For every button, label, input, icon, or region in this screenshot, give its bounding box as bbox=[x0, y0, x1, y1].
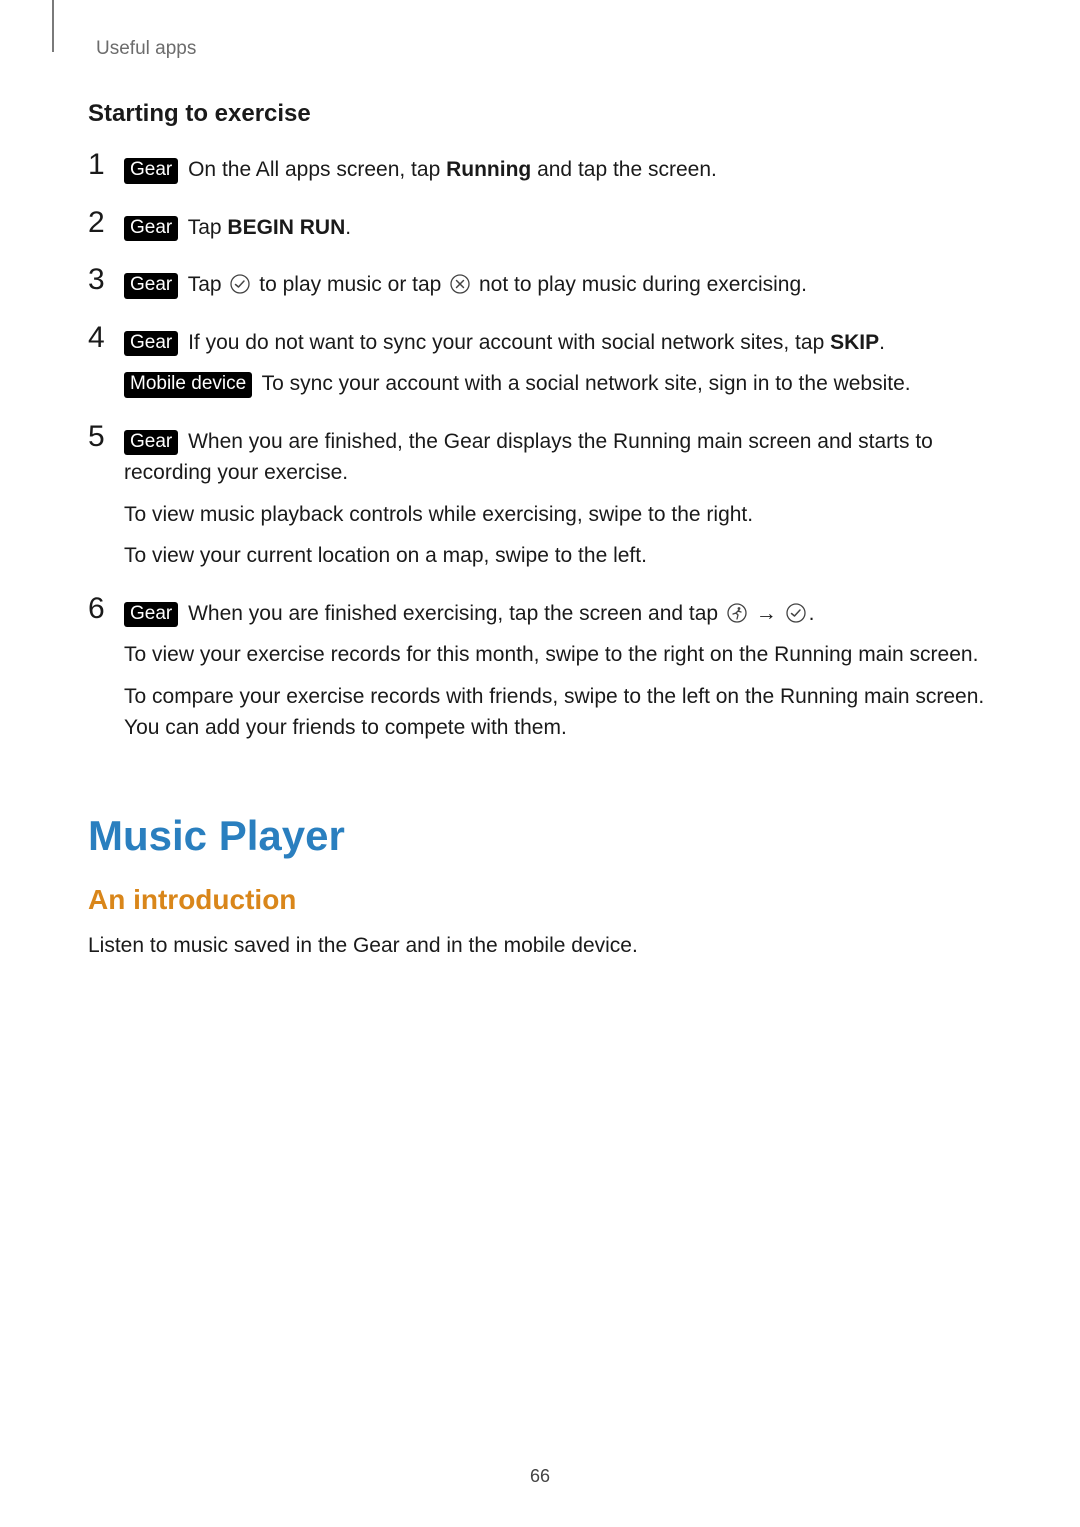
step-body: Gear If you do not want to sync your acc… bbox=[124, 327, 992, 400]
step-line: Gear Tap to play music or tap not to pla… bbox=[124, 269, 992, 301]
step-number: 2 bbox=[88, 208, 124, 238]
check-circle-icon bbox=[229, 273, 251, 295]
step-number: 3 bbox=[88, 265, 124, 295]
step-body: Gear When you are finished, the Gear dis… bbox=[124, 426, 992, 572]
runner-circle-icon bbox=[726, 602, 748, 624]
step-line: Gear On the All apps screen, tap Running… bbox=[124, 154, 992, 186]
mobile-device-pill: Mobile device bbox=[124, 372, 252, 398]
gear-pill: Gear bbox=[124, 273, 178, 299]
heading-music-player: Music Player bbox=[88, 812, 992, 860]
page-number: 66 bbox=[0, 1466, 1080, 1487]
page-tab-mark bbox=[52, 0, 54, 52]
gear-pill: Gear bbox=[124, 331, 178, 357]
step-number: 6 bbox=[88, 594, 124, 624]
step-body: Gear On the All apps screen, tap Running… bbox=[124, 154, 992, 186]
document-page: Useful apps Starting to exercise 1Gear O… bbox=[0, 0, 1080, 1527]
step-number: 5 bbox=[88, 422, 124, 452]
step-item: 5Gear When you are finished, the Gear di… bbox=[88, 426, 992, 572]
step-number: 1 bbox=[88, 150, 124, 180]
step-line: Gear If you do not want to sync your acc… bbox=[124, 327, 992, 359]
cross-circle-icon bbox=[449, 273, 471, 295]
intro-body: Listen to music saved in the Gear and in… bbox=[88, 930, 992, 962]
step-number: 4 bbox=[88, 323, 124, 353]
steps-list: 1Gear On the All apps screen, tap Runnin… bbox=[88, 154, 992, 744]
step-line: To compare your exercise records with fr… bbox=[124, 681, 992, 744]
bold-term: BEGIN RUN bbox=[227, 216, 345, 239]
step-body: Gear Tap to play music or tap not to pla… bbox=[124, 269, 992, 301]
step-item: 3Gear Tap to play music or tap not to pl… bbox=[88, 269, 992, 301]
gear-pill: Gear bbox=[124, 602, 178, 628]
bold-term: Running bbox=[446, 158, 531, 181]
step-item: 4Gear If you do not want to sync your ac… bbox=[88, 327, 992, 400]
running-header: Useful apps bbox=[96, 38, 992, 60]
step-item: 1Gear On the All apps screen, tap Runnin… bbox=[88, 154, 992, 186]
heading-introduction: An introduction bbox=[88, 884, 992, 916]
step-body: Gear Tap BEGIN RUN. bbox=[124, 212, 992, 244]
step-line: To view music playback controls while ex… bbox=[124, 499, 992, 531]
bold-term: SKIP bbox=[830, 331, 879, 354]
step-line: Mobile device To sync your account with … bbox=[124, 368, 992, 400]
step-line: Gear Tap BEGIN RUN. bbox=[124, 212, 992, 244]
step-item: 6Gear When you are finished exercising, … bbox=[88, 598, 992, 744]
step-line: To view your exercise records for this m… bbox=[124, 639, 992, 671]
step-item: 2Gear Tap BEGIN RUN. bbox=[88, 212, 992, 244]
step-line: To view your current location on a map, … bbox=[124, 540, 992, 572]
step-body: Gear When you are finished exercising, t… bbox=[124, 598, 992, 744]
step-line: Gear When you are finished exercising, t… bbox=[124, 598, 992, 630]
gear-pill: Gear bbox=[124, 158, 178, 184]
section-heading: Starting to exercise bbox=[88, 100, 992, 128]
gear-pill: Gear bbox=[124, 430, 178, 456]
check-circle-icon bbox=[785, 602, 807, 624]
arrow-icon: → bbox=[750, 602, 783, 625]
step-line: Gear When you are finished, the Gear dis… bbox=[124, 426, 992, 489]
gear-pill: Gear bbox=[124, 216, 178, 242]
